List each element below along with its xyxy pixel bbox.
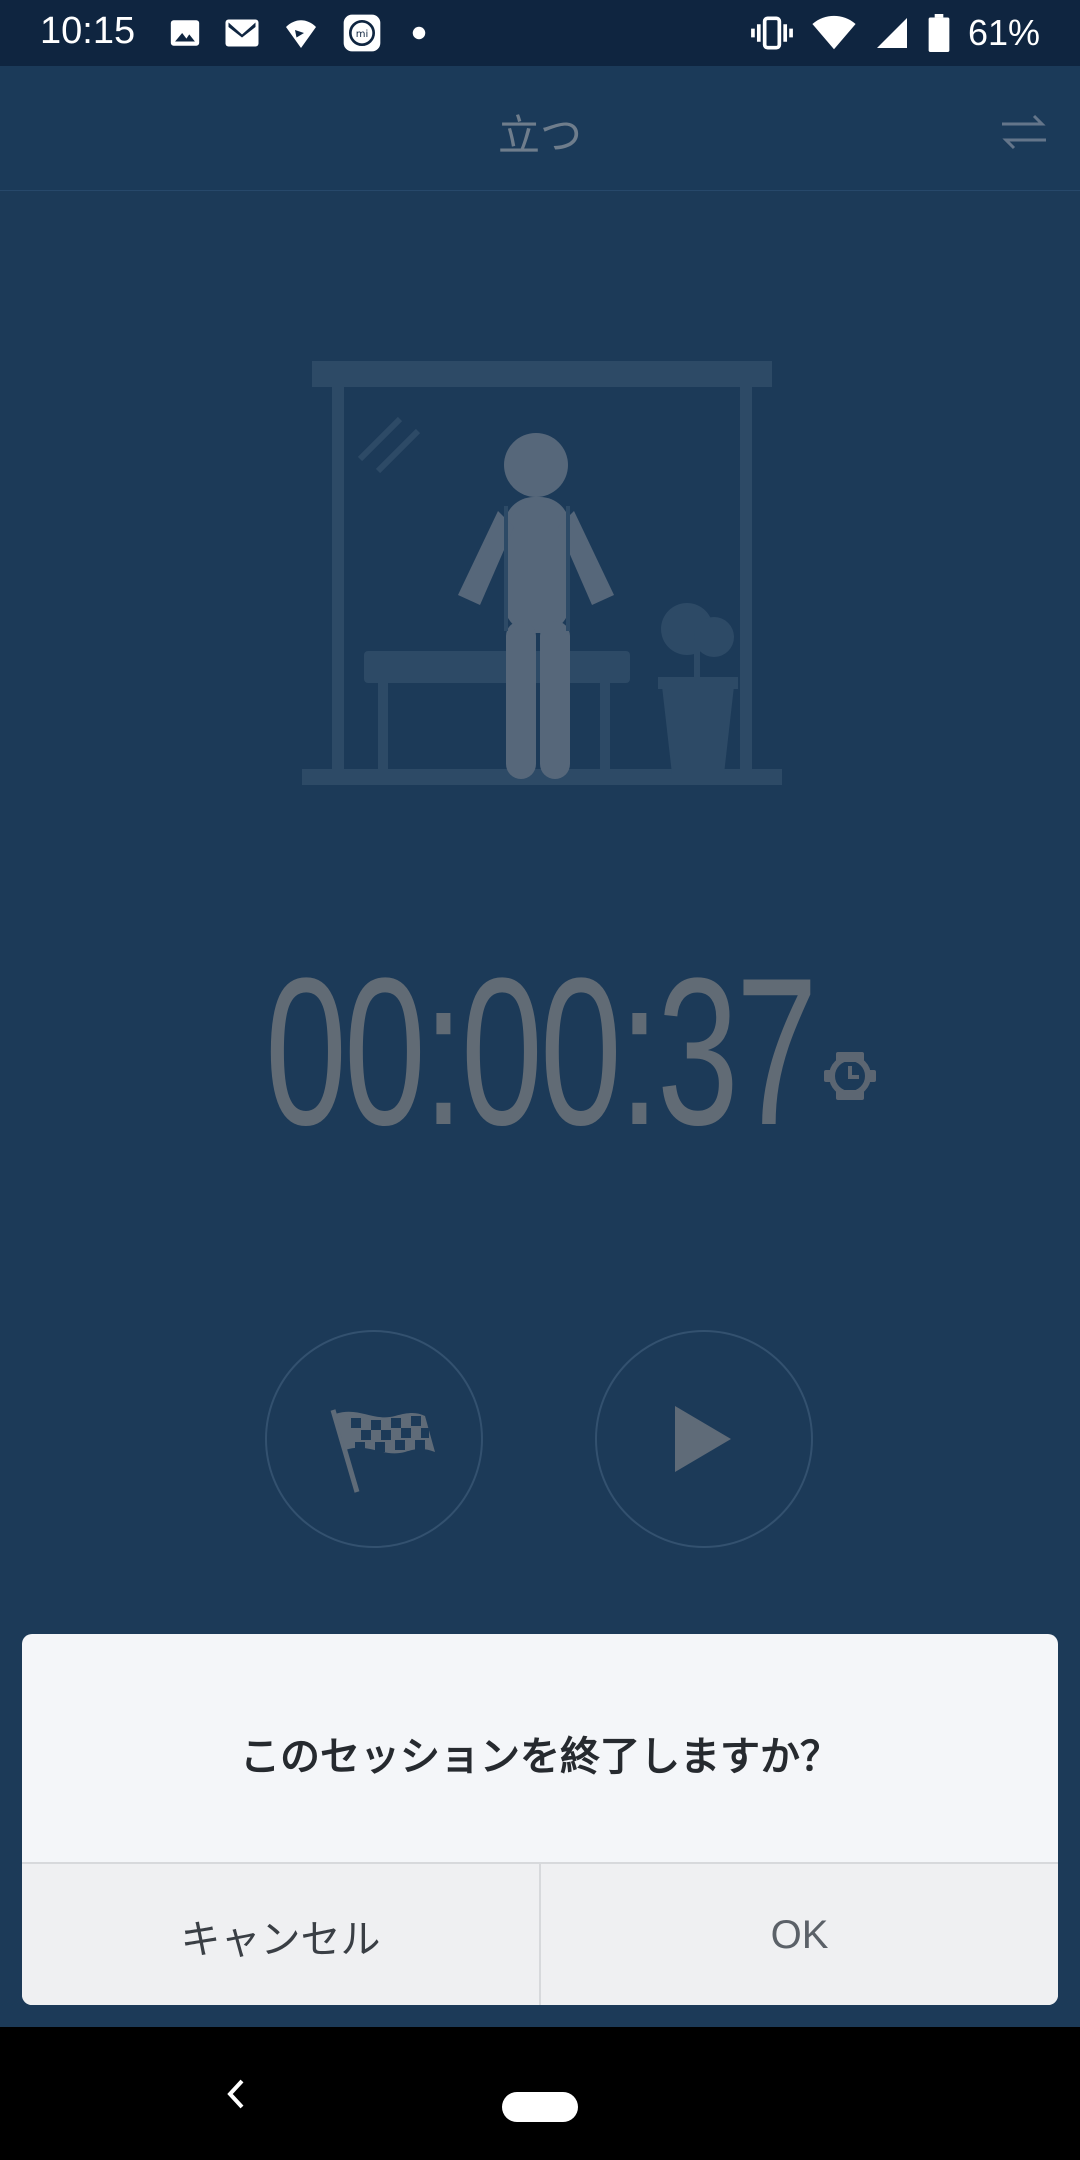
back-icon[interactable] (222, 2075, 252, 2113)
battery-percentage: 61% (967, 12, 1040, 53)
play-button[interactable] (595, 1330, 813, 1548)
mi-icon: mi (343, 14, 381, 52)
cancel-button[interactable]: キャンセル (22, 1864, 541, 2005)
gmail-icon (225, 19, 259, 47)
play-icon (675, 1406, 731, 1472)
elapsed-timer: 00:00:37 (265, 934, 818, 1169)
dialog-actions: キャンセル OK (22, 1862, 1058, 2005)
home-button[interactable] (502, 2092, 578, 2122)
status-bar: 10:15 mi 61% (0, 0, 1080, 66)
watch-icon (824, 1052, 876, 1100)
notification-icons: mi (168, 13, 434, 53)
status-time: 10:15 (40, 10, 136, 52)
image-icon (170, 20, 200, 46)
finish-button[interactable] (265, 1330, 483, 1548)
dot-icon (412, 26, 426, 40)
standing-person-illustration (302, 361, 782, 785)
system-icons: 61% (750, 12, 1040, 54)
app-icon (286, 20, 316, 48)
page-title: 立つ (497, 111, 582, 160)
checkered-flag-icon (330, 1409, 435, 1493)
battery-icon (928, 14, 950, 52)
confirm-dialog: このセッションを終了しますか？ キャンセル OK (22, 1634, 1058, 2005)
signal-icon (876, 18, 907, 48)
vibrate-icon (751, 16, 793, 50)
swap-arrows-icon[interactable] (996, 104, 1052, 160)
dialog-message: このセッションを終了しますか？ (240, 1734, 840, 1780)
app-header: 立つ (0, 66, 1080, 191)
svg-text:mi: mi (356, 29, 369, 40)
navigation-bar (0, 2027, 1080, 2160)
wifi-icon (812, 15, 856, 50)
ok-button[interactable]: OK (541, 1864, 1058, 2005)
